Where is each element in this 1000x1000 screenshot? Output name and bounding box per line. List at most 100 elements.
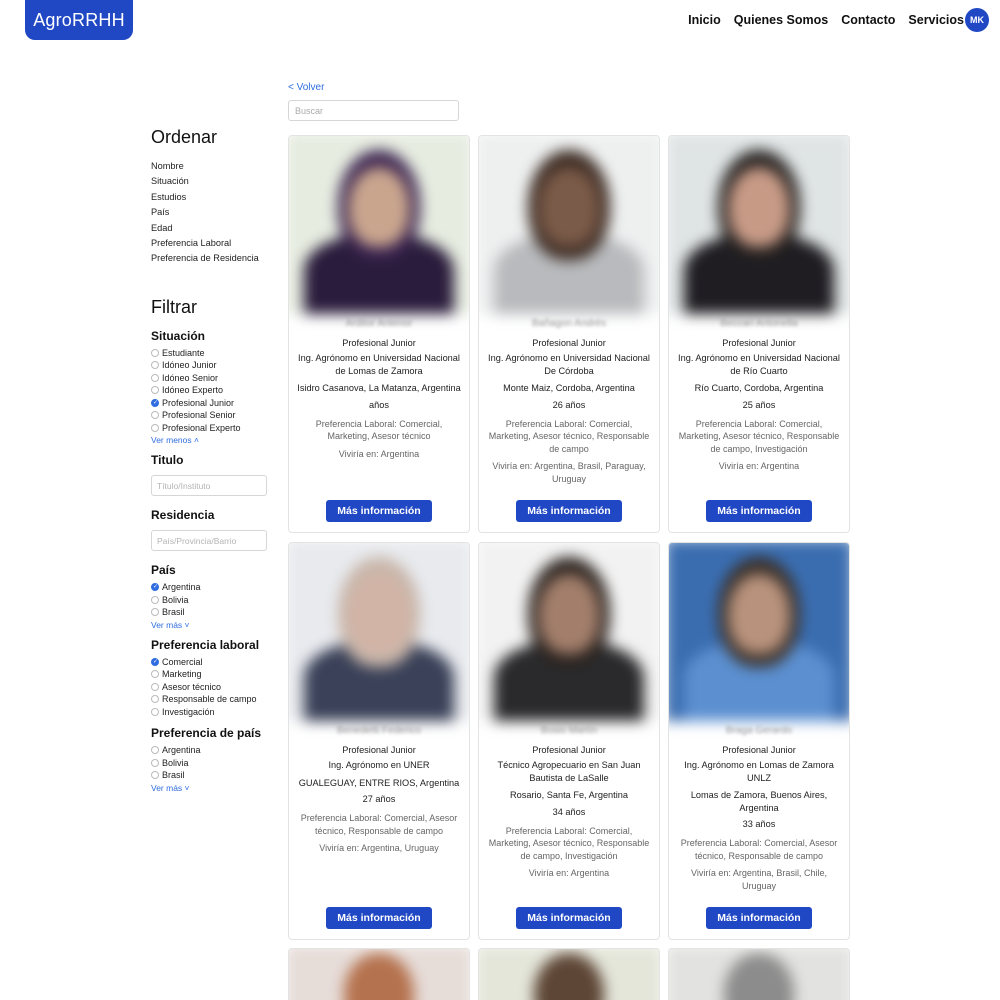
radio-label: Idóneo Senior xyxy=(162,372,219,383)
candidate-preference: Preferencia Laboral: Comercial, Marketin… xyxy=(488,825,650,861)
radio-responsable-campo[interactable]: Responsable de campo xyxy=(151,693,271,706)
candidate-location: GUALEGUAY, ENTRE RIOS, Argentina xyxy=(298,777,460,788)
radio-investigacion[interactable]: Investigación xyxy=(151,706,271,719)
mas-informacion-button[interactable]: Más información xyxy=(706,907,812,929)
radio-circle[interactable] xyxy=(151,695,159,704)
candidate-location: Isidro Casanova, La Matanza, Argentina xyxy=(297,383,461,393)
radio-circle[interactable] xyxy=(151,411,159,420)
candidate-photo xyxy=(479,949,659,1000)
radio-checked-icon[interactable] xyxy=(151,583,159,592)
radio-profesional-junior[interactable]: Profesional Junior xyxy=(151,397,271,410)
ver-mas-pais-link[interactable]: Ver más ˅ xyxy=(151,620,271,630)
radio-idoneo-experto[interactable]: Idóneo Experto xyxy=(151,384,271,397)
candidate-card: Beccari Antonella Profesional Junior Ing. … xyxy=(668,135,850,533)
radio-circle[interactable] xyxy=(151,386,159,395)
photo-face-shape xyxy=(534,953,604,1000)
photo-face-shape xyxy=(348,574,410,654)
radio-pais-argentina[interactable]: Argentina xyxy=(151,581,271,594)
photo-face-shape xyxy=(538,574,600,654)
nav-contacto[interactable]: Contacto xyxy=(841,13,895,27)
candidate-age: 33 años xyxy=(742,819,776,829)
candidate-role: Profesional Junior xyxy=(532,745,606,755)
candidate-preference: Preferencia Laboral: Comercial, Marketin… xyxy=(315,418,443,442)
candidate-photo xyxy=(289,543,469,721)
candidate-location: Río Cuarto, Cordoba, Argentina xyxy=(694,383,824,393)
radio-asesor-tecnico[interactable]: Asesor técnico xyxy=(151,681,271,694)
radio-circle[interactable] xyxy=(151,670,159,679)
sort-nombre[interactable]: Nombre xyxy=(151,159,271,174)
nav-servicios[interactable]: Servicios xyxy=(908,13,964,27)
user-avatar[interactable]: MK xyxy=(965,8,989,32)
radio-label: Investigación xyxy=(162,706,215,717)
radio-label: Bolivia xyxy=(162,594,189,605)
ver-mas-pref-pais-link[interactable]: Ver más ˅ xyxy=(151,783,271,793)
radio-circle[interactable] xyxy=(151,608,159,617)
ver-menos-link[interactable]: Ver menos ˄ xyxy=(151,435,271,445)
mas-informacion-button[interactable]: Más información xyxy=(516,907,622,929)
radio-label: Profesional Experto xyxy=(162,422,241,433)
candidate-photo xyxy=(289,136,469,314)
radio-marketing[interactable]: Marketing xyxy=(151,668,271,681)
radio-circle[interactable] xyxy=(151,373,159,382)
radio-label: Marketing xyxy=(162,669,202,680)
radio-pref-brasil[interactable]: Brasil xyxy=(151,769,271,782)
radio-estudiante[interactable]: Estudiante xyxy=(151,347,271,360)
radio-circle[interactable] xyxy=(151,771,159,780)
nav-inicio[interactable]: Inicio xyxy=(688,13,721,27)
mas-informacion-button[interactable]: Más información xyxy=(706,500,812,522)
radio-pref-argentina[interactable]: Argentina xyxy=(151,744,271,757)
photo-face-shape xyxy=(724,953,794,1000)
candidate-role: Profesional Junior xyxy=(342,338,416,348)
sort-edad[interactable]: Edad xyxy=(151,221,271,236)
radio-checked-icon[interactable] xyxy=(151,398,159,407)
titulo-input[interactable] xyxy=(151,475,267,497)
filter-preferencia-laboral: Preferencia laboral Comercial Marketing … xyxy=(151,638,271,719)
logo[interactable]: AgroRRHH xyxy=(25,0,133,40)
radio-circle[interactable] xyxy=(151,423,159,432)
candidate-photo xyxy=(289,949,469,1000)
radio-circle[interactable] xyxy=(151,348,159,357)
mas-informacion-button[interactable]: Más información xyxy=(326,907,432,929)
candidate-name: Braga Gerardo xyxy=(725,725,793,736)
nav-quienes-somos[interactable]: Quienes Somos xyxy=(734,13,828,27)
radio-checked-icon[interactable] xyxy=(151,657,159,666)
radio-comercial[interactable]: Comercial xyxy=(151,656,271,669)
radio-circle[interactable] xyxy=(151,746,159,755)
mas-informacion-button[interactable]: Más información xyxy=(326,500,432,522)
radio-profesional-experto[interactable]: Profesional Experto xyxy=(151,422,271,435)
radio-label: Idóneo Junior xyxy=(162,360,217,371)
residencia-input[interactable] xyxy=(151,530,267,552)
sort-estudios[interactable]: Estudios xyxy=(151,190,271,205)
radio-profesional-senior[interactable]: Profesional Senior xyxy=(151,409,271,422)
candidate-name: Benedetti Federico xyxy=(337,725,421,736)
search-input[interactable] xyxy=(288,100,459,121)
mas-informacion-button[interactable]: Más información xyxy=(516,500,622,522)
candidate-location: Lomas de Zamora, Buenos Aires, Argentina xyxy=(690,790,828,813)
radio-pref-bolivia[interactable]: Bolivia xyxy=(151,757,271,770)
sort-situacion[interactable]: Situación xyxy=(151,174,271,189)
filter-situacion-title: Situación xyxy=(151,328,206,343)
radio-circle[interactable] xyxy=(151,595,159,604)
photo-face-shape xyxy=(344,953,414,1000)
candidate-study: Técnico Agropecuario en San Juan Bautist… xyxy=(497,760,641,783)
radio-pais-brasil[interactable]: Brasil xyxy=(151,606,271,619)
sort-preferencia-laboral[interactable]: Preferencia Laboral xyxy=(151,236,271,251)
radio-label: Responsable de campo xyxy=(162,694,257,705)
sort-pais[interactable]: País xyxy=(151,205,271,220)
candidate-study: Ing. Agrónomo en Universidad Nacional de… xyxy=(298,353,460,376)
radio-idoneo-senior[interactable]: Idóneo Senior xyxy=(151,372,271,385)
candidate-age: 27 años xyxy=(362,794,396,804)
radio-label: Argentina xyxy=(162,745,201,756)
candidate-viviria: Viviría en: Argentina, Brasil, Chile, Ur… xyxy=(691,868,827,891)
radio-label: Estudiante xyxy=(162,347,205,358)
radio-circle[interactable] xyxy=(151,682,159,691)
filter-titulo-title: Titulo xyxy=(151,453,184,468)
radio-circle[interactable] xyxy=(151,758,159,767)
back-link[interactable]: < Volver xyxy=(288,82,324,93)
candidate-card: Braga Gerardo Profesional Junior Ing. Agró… xyxy=(668,542,850,940)
radio-circle[interactable] xyxy=(151,361,159,370)
radio-circle[interactable] xyxy=(151,707,159,716)
sort-preferencia-residencia[interactable]: Preferencia de Residencia xyxy=(151,251,271,266)
radio-pais-bolivia[interactable]: Bolivia xyxy=(151,594,271,607)
radio-idoneo-junior[interactable]: Idóneo Junior xyxy=(151,359,271,372)
